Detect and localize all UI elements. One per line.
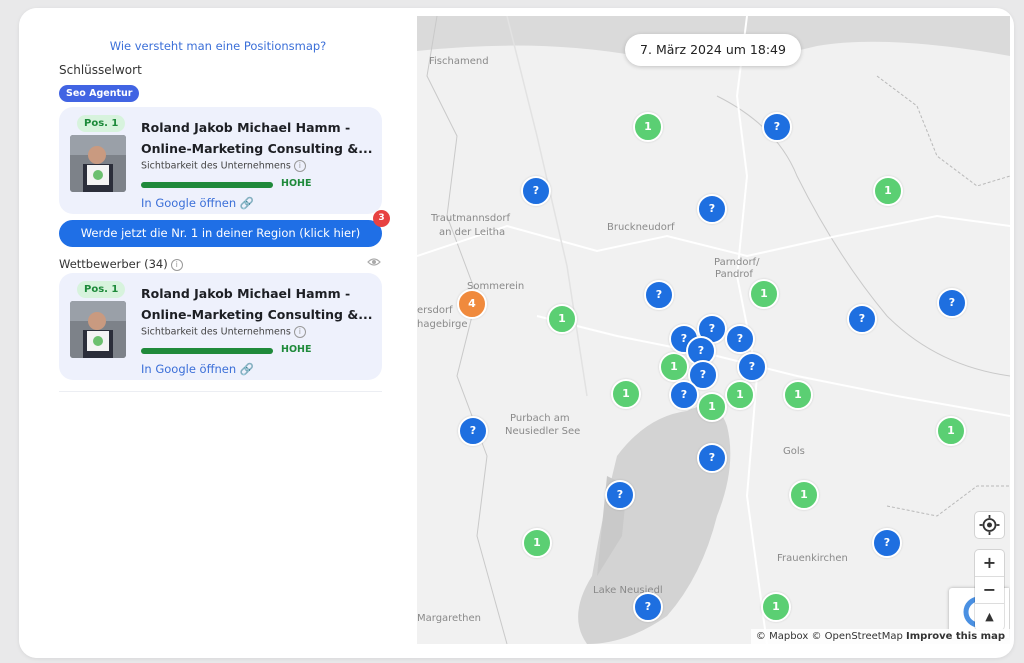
- map-place-label: hagebirge: [417, 319, 468, 330]
- map-marker[interactable]: 1: [761, 592, 791, 622]
- map-marker[interactable]: ?: [762, 112, 792, 142]
- map-marker[interactable]: ?: [937, 288, 967, 318]
- visibility-bar: [141, 348, 273, 354]
- map-marker[interactable]: 1: [789, 480, 819, 510]
- map-place-label: Trautmannsdorf: [431, 213, 510, 224]
- info-icon[interactable]: i: [170, 258, 183, 271]
- position-map[interactable]: Fischamend Trautmannsdorf an der Leitha …: [417, 16, 1010, 644]
- map-place-label: an der Leitha: [439, 227, 506, 238]
- attribution-text[interactable]: © Mapbox © OpenStreetMap: [756, 631, 903, 642]
- map-date-pill: 7. März 2024 um 18:49: [625, 34, 801, 66]
- map-marker[interactable]: ?: [725, 324, 755, 354]
- map-marker[interactable]: 4: [457, 289, 487, 319]
- map-place-label: Pandrof: [715, 269, 753, 280]
- visibility-bar-fill: [141, 348, 273, 354]
- map-place-label: Neusiedler See: [505, 426, 581, 437]
- map-place-label: ersdorf: [417, 305, 453, 316]
- business-title: Roland Jakob Michael Hamm - Online-Marke…: [141, 117, 373, 159]
- map-marker[interactable]: 1: [522, 528, 552, 558]
- link-icon: 🔗: [239, 362, 255, 376]
- compass-button[interactable]: ▲: [975, 604, 1004, 630]
- visibility-bar: [141, 182, 273, 188]
- map-marker[interactable]: 1: [725, 380, 755, 410]
- business-title-line1: Roland Jakob Michael Hamm -: [141, 286, 351, 301]
- map-marker[interactable]: ?: [737, 352, 767, 382]
- position-badge: Pos. 1: [77, 115, 126, 132]
- map-marker[interactable]: 1: [659, 352, 689, 382]
- zoom-out-button[interactable]: −: [975, 577, 1004, 604]
- visibility-label-text: Sichtbarkeit des Unternehmens: [141, 326, 291, 338]
- visibility-label-text: Sichtbarkeit des Unternehmens: [141, 160, 291, 172]
- position-badge: Pos. 1: [77, 281, 126, 298]
- cta-button[interactable]: Werde jetzt die Nr. 1 in deiner Region (…: [59, 220, 382, 247]
- map-marker[interactable]: ?: [697, 443, 727, 473]
- open-in-google-text: In Google öffnen: [141, 362, 237, 376]
- competitor-result-card[interactable]: Pos. 1 Roland Jakob Michael Hamm - Onlin…: [59, 273, 382, 380]
- eye-icon[interactable]: [367, 257, 381, 267]
- keyword-chip[interactable]: Seo Agentur: [59, 85, 140, 102]
- map-marker[interactable]: ?: [847, 304, 877, 334]
- visibility-bar-fill: [141, 182, 273, 188]
- business-photo: [70, 135, 126, 192]
- visibility-label: Sichtbarkeit des Unternehmens i: [141, 160, 306, 172]
- geolocate-button[interactable]: [975, 512, 1004, 538]
- map-marker[interactable]: 1: [936, 416, 966, 446]
- business-title-line2: Online-Marketing Consulting &...: [141, 307, 373, 322]
- business-title-line2: Online-Marketing Consulting &...: [141, 141, 373, 156]
- map-marker[interactable]: 1: [749, 279, 779, 309]
- map-marker[interactable]: 1: [547, 304, 577, 334]
- map-marker[interactable]: ?: [605, 480, 635, 510]
- map-place-label: Gols: [783, 446, 805, 457]
- map-attribution: © Mapbox © OpenStreetMap Improve this ma…: [750, 629, 1010, 644]
- main-card: Wie versteht man eine Positionsmap? Schl…: [19, 8, 1014, 658]
- business-photo: [70, 301, 126, 358]
- open-in-google-link[interactable]: In Google öffnen 🔗: [141, 362, 254, 376]
- link-icon: 🔗: [239, 196, 255, 210]
- business-title-line1: Roland Jakob Michael Hamm -: [141, 120, 351, 135]
- map-marker[interactable]: 1: [783, 380, 813, 410]
- map-marker[interactable]: ?: [521, 176, 551, 206]
- business-title: Roland Jakob Michael Hamm - Online-Marke…: [141, 283, 373, 325]
- visibility-level: HOHE: [281, 178, 312, 189]
- map-place-label: Frauenkirchen: [777, 553, 848, 564]
- map-marker[interactable]: ?: [644, 280, 674, 310]
- visibility-level: HOHE: [281, 344, 312, 355]
- improve-map-link[interactable]: Improve this map: [906, 631, 1005, 642]
- competitors-label: Wettbewerber (34) i: [59, 257, 183, 271]
- map-marker[interactable]: 1: [611, 379, 641, 409]
- map-marker[interactable]: 1: [697, 392, 727, 422]
- map-marker[interactable]: ?: [633, 592, 663, 622]
- map-marker[interactable]: ?: [458, 416, 488, 446]
- geolocate-icon: [979, 515, 1000, 535]
- map-place-label: Bruckneudorf: [607, 222, 675, 233]
- info-icon[interactable]: i: [293, 326, 306, 338]
- competitors-label-text: Wettbewerber (34): [59, 257, 168, 271]
- sidebar: Wie versteht man eine Positionsmap? Schl…: [19, 8, 417, 658]
- open-in-google-link[interactable]: In Google öffnen 🔗: [141, 196, 254, 210]
- notification-badge: 3: [373, 210, 390, 227]
- map-place-label: Fischamend: [429, 56, 489, 67]
- open-in-google-text: In Google öffnen: [141, 196, 237, 210]
- list-divider: [59, 391, 382, 392]
- zoom-in-button[interactable]: +: [975, 550, 1004, 577]
- zoom-controls: + − ▲: [975, 550, 1004, 630]
- info-icon[interactable]: i: [293, 160, 306, 172]
- map-marker[interactable]: 1: [873, 176, 903, 206]
- map-marker[interactable]: ?: [872, 528, 902, 558]
- top-result-card[interactable]: Pos. 1 Roland Jakob Michael Hamm - Onlin…: [59, 107, 382, 214]
- positionsmap-help-link[interactable]: Wie versteht man eine Positionsmap?: [19, 39, 417, 53]
- keyword-label: Schlüsselwort: [59, 63, 142, 77]
- map-marker[interactable]: 1: [633, 112, 663, 142]
- map-marker[interactable]: ?: [669, 380, 699, 410]
- visibility-label: Sichtbarkeit des Unternehmens i: [141, 326, 306, 338]
- map-place-label: Purbach am: [510, 413, 570, 424]
- map-place-label: Parndorf/: [714, 257, 760, 268]
- map-place-label: Margarethen: [417, 613, 481, 624]
- map-marker[interactable]: ?: [697, 194, 727, 224]
